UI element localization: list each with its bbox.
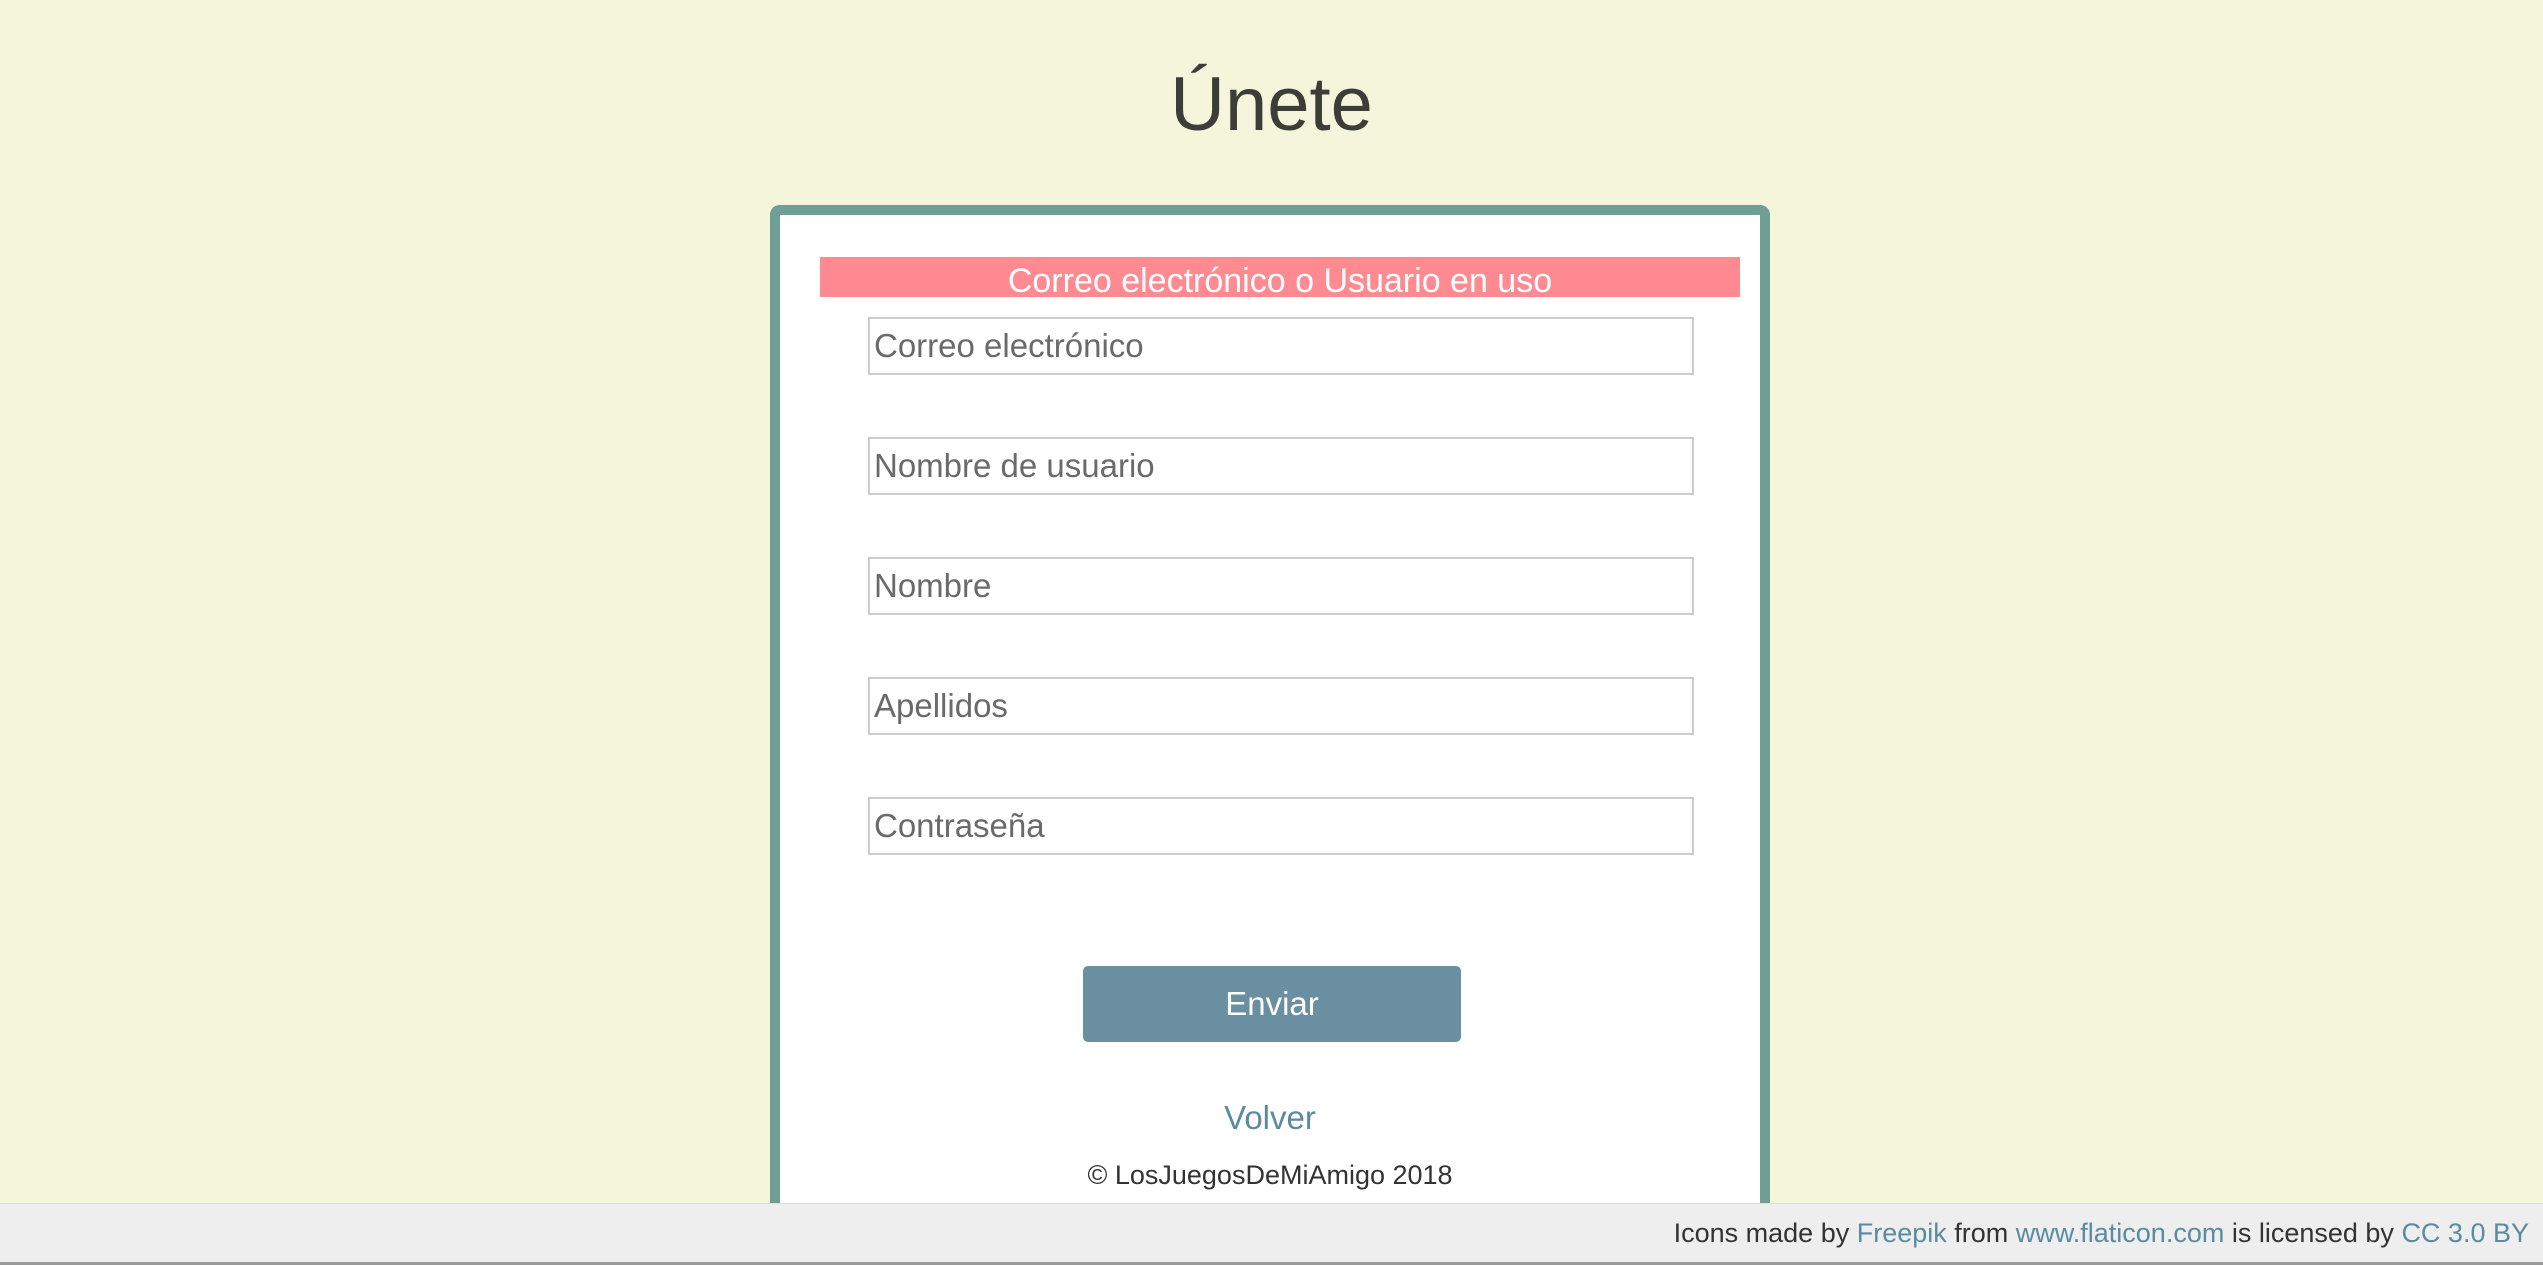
attribution-footer: Icons made by Freepik from www.flaticon.… xyxy=(0,1203,2543,1265)
footer-middle: from xyxy=(1946,1218,2016,1248)
surname-field[interactable] xyxy=(868,677,1694,735)
email-field[interactable] xyxy=(868,317,1694,375)
footer-license-text: is licensed by xyxy=(2224,1218,2402,1248)
copyright-text: © LosJuegosDeMiAmigo 2018 xyxy=(1087,1160,1453,1190)
freepik-link[interactable]: Freepik xyxy=(1857,1218,1947,1248)
license-link[interactable]: CC 3.0 BY xyxy=(2401,1218,2529,1248)
signup-card: Correo electrónico o Usuario en uso Envi… xyxy=(770,205,1770,1265)
password-field[interactable] xyxy=(868,797,1694,855)
page-title: Únete xyxy=(1170,62,1373,147)
footer-prefix: Icons made by xyxy=(1673,1218,1857,1248)
flaticon-link[interactable]: www.flaticon.com xyxy=(2016,1218,2225,1248)
username-field[interactable] xyxy=(868,437,1694,495)
error-banner: Correo electrónico o Usuario en uso xyxy=(820,257,1740,297)
back-link[interactable]: Volver xyxy=(780,1095,1760,1141)
name-field[interactable] xyxy=(868,557,1694,615)
submit-button[interactable]: Enviar xyxy=(1083,966,1461,1042)
page: Únete Correo electrónico o Usuario en us… xyxy=(0,0,2543,1265)
